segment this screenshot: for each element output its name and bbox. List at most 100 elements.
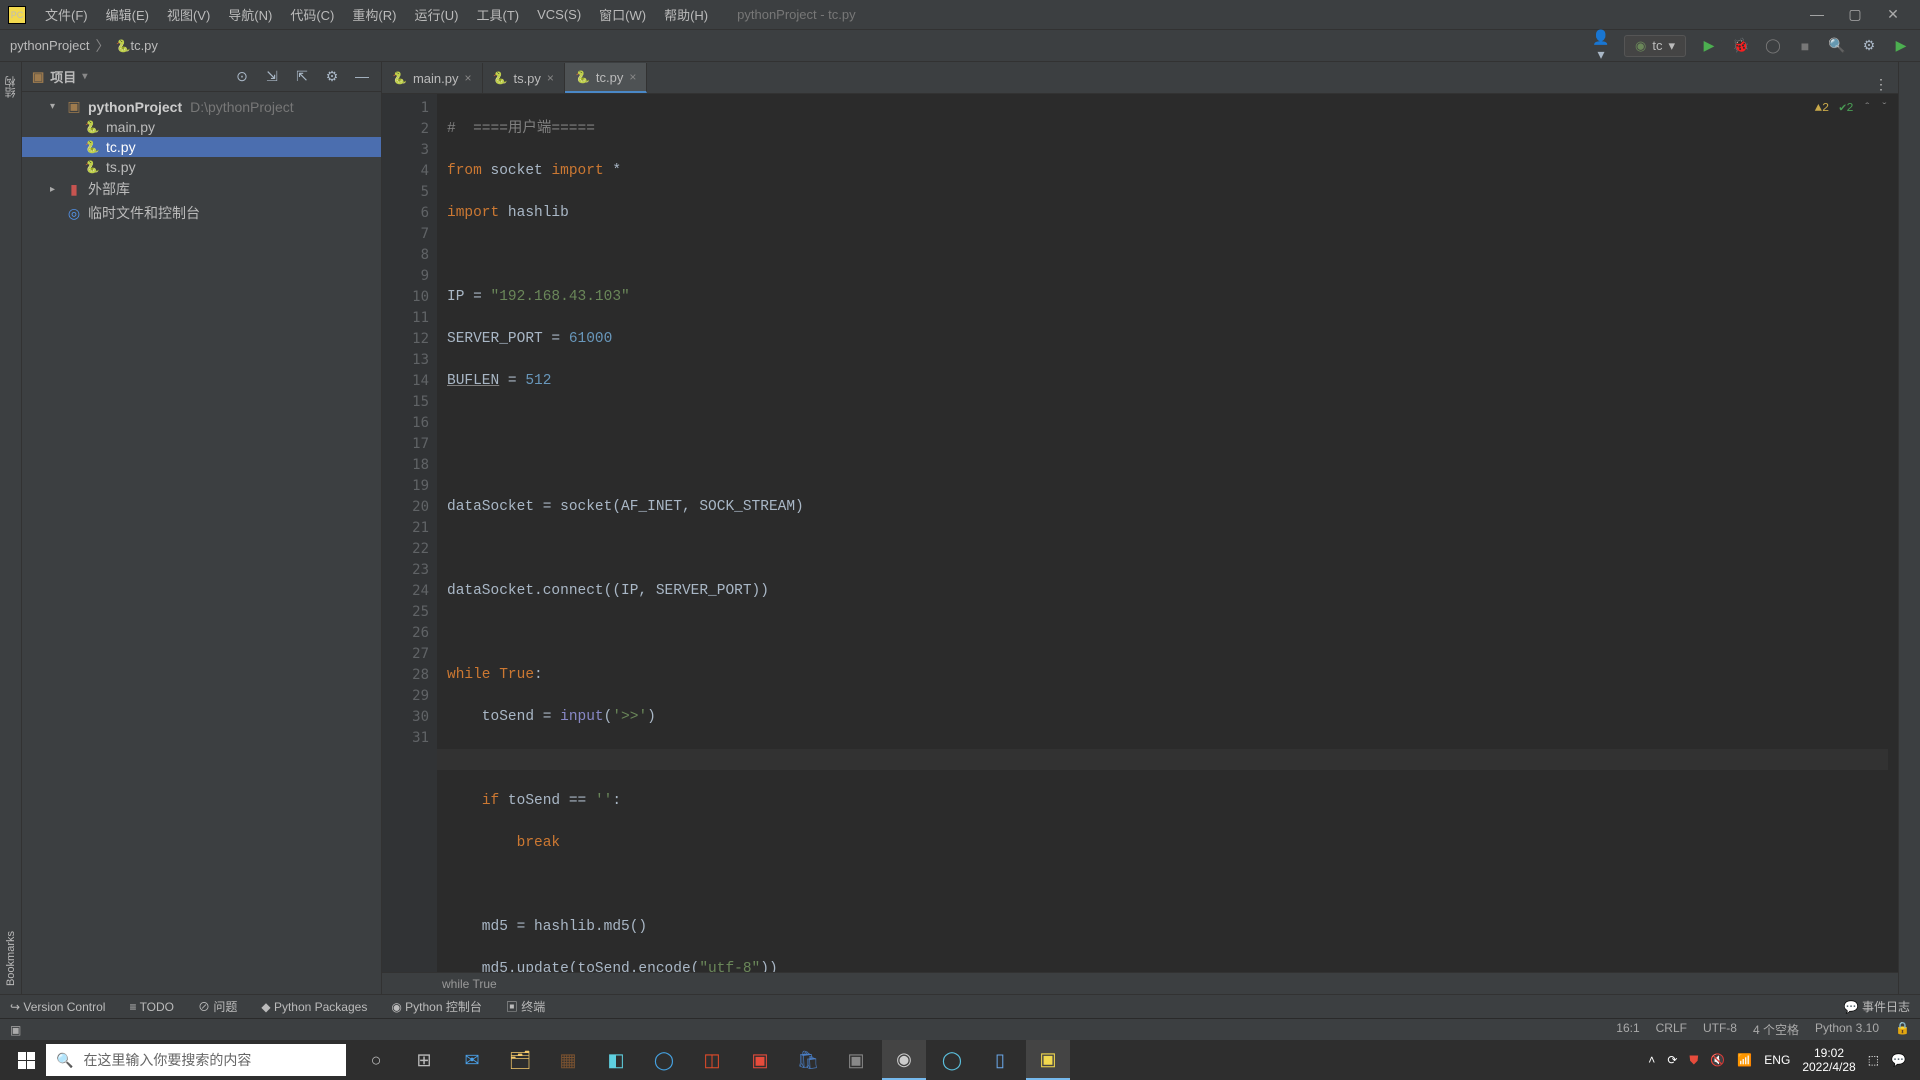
code-area[interactable]: # ====用户端===== from socket import * impo… [437,94,1898,972]
run-anything-button[interactable]: ▶ [1892,37,1910,54]
prev-highlight-icon[interactable]: ˆ [1864,98,1871,119]
taskbar-search[interactable]: 🔍 在这里输入你要搜索的内容 [46,1044,346,1076]
menu-edit[interactable]: 编辑(E) [97,5,158,24]
start-button[interactable] [6,1040,46,1080]
tree-file-ts[interactable]: 🐍 ts.py [22,157,381,177]
debug-button[interactable]: 🐞 [1732,37,1750,54]
menu-view[interactable]: 视图(V) [158,5,219,24]
taskbar-edge-icon[interactable]: ◯ [642,1040,686,1080]
next-highlight-icon[interactable]: ˇ [1881,98,1888,119]
menu-window[interactable]: 窗口(W) [590,5,655,24]
stop-button[interactable]: ■ [1796,38,1814,54]
tray-action-center-icon[interactable]: 💬 [1891,1053,1906,1067]
inspection-widget[interactable]: ▲2 ✔2 ˆ ˇ [1815,98,1888,119]
close-tab-icon[interactable]: × [547,71,554,85]
taskbar-app3-icon[interactable]: ▯ [978,1040,1022,1080]
tool-event-log[interactable]: 💬 事件日志 [1844,998,1910,1015]
tab-ts[interactable]: 🐍 ts.py × [483,63,565,93]
taskbar-office-icon[interactable]: ◫ [690,1040,734,1080]
menu-tools[interactable]: 工具(T) [467,5,528,24]
taskbar-mail-icon[interactable]: ✉ [450,1040,494,1080]
tab-main[interactable]: 🐍 main.py × [382,63,483,93]
weak-warning-icon[interactable]: ✔2 [1839,98,1853,119]
taskbar-steam-icon[interactable]: ◉ [882,1040,926,1080]
gutter[interactable]: 12345678910 11121314151617181920 2122232… [382,94,437,972]
menu-file[interactable]: 文件(F) [36,5,97,24]
status-bar-icon[interactable]: ▣ [10,1023,21,1037]
tray-ime-lang[interactable]: ENG [1764,1053,1790,1067]
tool-todo[interactable]: ≡ TODO [129,1000,174,1014]
tray-wifi-icon[interactable]: 📶 [1737,1053,1752,1067]
breadcrumb-file[interactable]: tc.py [130,38,157,53]
status-cursor-pos[interactable]: 16:1 [1616,1021,1639,1038]
tray-clock[interactable]: 19:02 2022/4/28 [1802,1046,1855,1074]
expand-all-icon[interactable]: ⇲ [263,68,281,85]
status-lock-icon[interactable]: 🔒 [1895,1021,1910,1038]
taskbar-dev-icon[interactable]: ▣ [834,1040,878,1080]
taskbar-app1-icon[interactable]: ◧ [594,1040,638,1080]
editor-breadcrumb[interactable]: while True [382,972,1898,994]
tree-scratches[interactable]: ◎ 临时文件和控制台 [22,201,381,225]
run-coverage-button[interactable]: ◯ [1764,37,1782,54]
rail-tab-bookmarks[interactable]: Bookmarks [3,923,19,994]
tab-tc[interactable]: 🐍 tc.py × [565,63,647,93]
chevron-down-icon[interactable]: ▾ [82,71,87,82]
panel-settings-icon[interactable]: ⚙ [323,68,341,85]
rail-tab-structure[interactable]: 结构 [1,68,21,106]
taskbar-store-icon[interactable]: 🛍 [786,1040,830,1080]
close-window-button[interactable]: ✕ [1884,6,1902,23]
tray-sync-icon[interactable]: ⟳ [1667,1053,1677,1067]
settings-button[interactable]: ⚙ [1860,37,1878,54]
taskbar-pycharm-icon[interactable]: ▣ [1026,1040,1070,1080]
tray-volume-icon[interactable]: 🔇 [1710,1053,1725,1067]
breadcrumb-project[interactable]: pythonProject [10,38,90,53]
minimize-button[interactable]: — [1808,6,1826,23]
menu-code[interactable]: 代码(C) [281,5,343,24]
tray-chevron-icon[interactable]: ˄ [1648,1053,1655,1067]
hide-panel-icon[interactable]: — [353,68,371,85]
tool-version-control[interactable]: ↪ Version Control [10,1000,105,1014]
project-tree[interactable]: ▾ ▣ pythonProject D:\pythonProject 🐍 mai… [22,92,381,229]
menu-run[interactable]: 运行(U) [405,5,467,24]
menu-navigate[interactable]: 导航(N) [219,5,281,24]
tray-security-icon[interactable]: ⛊ [1689,1053,1698,1068]
tool-python-console[interactable]: ◉ Python 控制台 [391,998,482,1015]
menu-vcs[interactable]: VCS(S) [528,7,590,22]
run-config-selector[interactable]: ◉ tc ▾ [1624,35,1686,57]
editor-body[interactable]: 12345678910 11121314151617181920 2122232… [382,94,1898,972]
add-user-icon[interactable]: 👤▾ [1592,29,1610,63]
expand-chevron-icon[interactable]: ▾ [50,101,62,112]
taskbar-app2-icon[interactable]: ▣ [738,1040,782,1080]
taskbar-browser-icon[interactable]: ◯ [930,1040,974,1080]
tray-app-icon[interactable]: ⬚ [1868,1053,1879,1067]
tree-external-libs[interactable]: ▸ ▮ 外部库 [22,177,381,201]
taskbar-taskview-icon[interactable]: ⊞ [402,1040,446,1080]
close-tab-icon[interactable]: × [629,70,636,84]
expand-chevron-icon[interactable]: ▸ [50,184,62,195]
tree-file-label: main.py [106,119,155,135]
status-encoding[interactable]: UTF-8 [1703,1021,1737,1038]
warning-icon[interactable]: ▲2 [1815,98,1829,119]
status-indent[interactable]: 4 个空格 [1753,1021,1799,1038]
select-opened-file-icon[interactable]: ⊙ [233,68,251,85]
taskbar-cortana-icon[interactable]: ○ [354,1040,398,1080]
tool-terminal[interactable]: ▣ 终端 [506,998,545,1015]
close-tab-icon[interactable]: × [464,71,471,85]
tree-root[interactable]: ▾ ▣ pythonProject D:\pythonProject [22,96,381,117]
status-interpreter[interactable]: Python 3.10 [1815,1021,1879,1038]
collapse-all-icon[interactable]: ⇱ [293,68,311,85]
tab-menu-icon[interactable]: ⋮ [1864,76,1898,93]
maximize-button[interactable]: ▢ [1846,6,1864,23]
tray-time: 19:02 [1802,1046,1855,1060]
taskbar-explorer-icon[interactable]: 🗂 [498,1040,542,1080]
tree-file-tc[interactable]: 🐍 tc.py [22,137,381,157]
menu-help[interactable]: 帮助(H) [655,5,717,24]
tool-python-packages[interactable]: ◆ Python Packages [261,1000,367,1014]
menu-refactor[interactable]: 重构(R) [343,5,405,24]
tool-problems[interactable]: ⊘ 问题 [198,998,237,1015]
run-button[interactable]: ▶ [1700,37,1718,54]
tree-file-main[interactable]: 🐍 main.py [22,117,381,137]
status-line-sep[interactable]: CRLF [1656,1021,1687,1038]
taskbar-minecraft-icon[interactable]: ▦ [546,1040,590,1080]
search-button[interactable]: 🔍 [1828,37,1846,54]
